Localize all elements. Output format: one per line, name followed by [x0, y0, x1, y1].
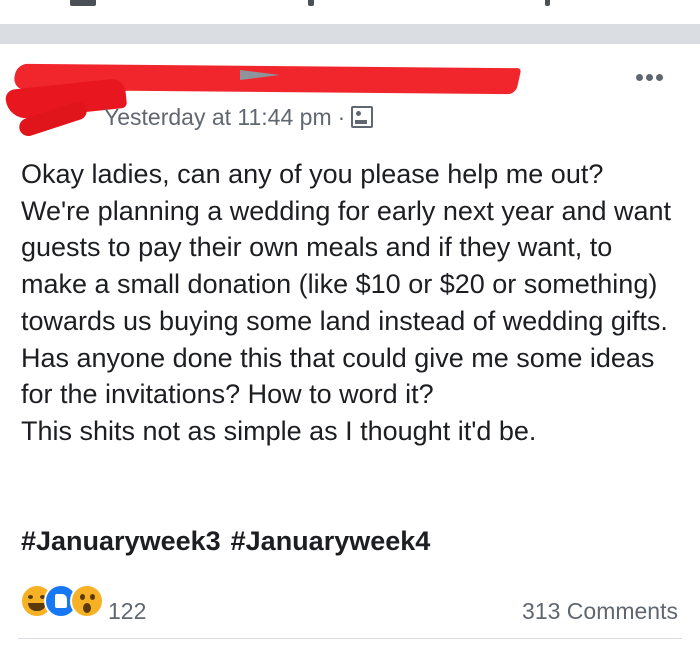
cropped-text-fragment — [308, 0, 314, 6]
comments-count[interactable]: 313 Comments — [522, 598, 678, 625]
hashtag-row: #Januaryweek3 #Januaryweek4 — [21, 526, 440, 557]
footer-divider — [18, 638, 682, 639]
post-paragraph: We're planning a wedding for early next … — [21, 195, 672, 336]
top-strip — [0, 0, 700, 24]
wow-icon — [70, 584, 104, 618]
feed-divider — [0, 24, 700, 44]
post-card: Yesterday at 11:44 pm · Okay ladies, can … — [0, 44, 700, 645]
post-paragraph: This shits not as simple as I thought it… — [21, 415, 537, 446]
cropped-text-fragment — [545, 0, 550, 6]
post-body: Okay ladies, can any of you please help … — [21, 156, 681, 450]
post-timestamp[interactable]: Yesterday at 11:44 pm — [104, 104, 332, 130]
cropped-text-fragment — [70, 0, 96, 6]
hashtag-link[interactable]: #Januaryweek3 — [21, 526, 221, 556]
post-paragraph: Okay ladies, can any of you please help … — [21, 159, 604, 189]
meta-separator: · — [337, 104, 346, 130]
post-paragraph: Has anyone done this that could give me … — [21, 342, 655, 410]
post-meta: Yesterday at 11:44 pm · — [104, 104, 374, 131]
hashtag-link[interactable]: #Januaryweek4 — [231, 526, 431, 556]
reaction-count[interactable]: 122 — [108, 598, 146, 625]
friends-icon[interactable] — [351, 106, 374, 128]
more-options-icon[interactable] — [636, 74, 664, 82]
